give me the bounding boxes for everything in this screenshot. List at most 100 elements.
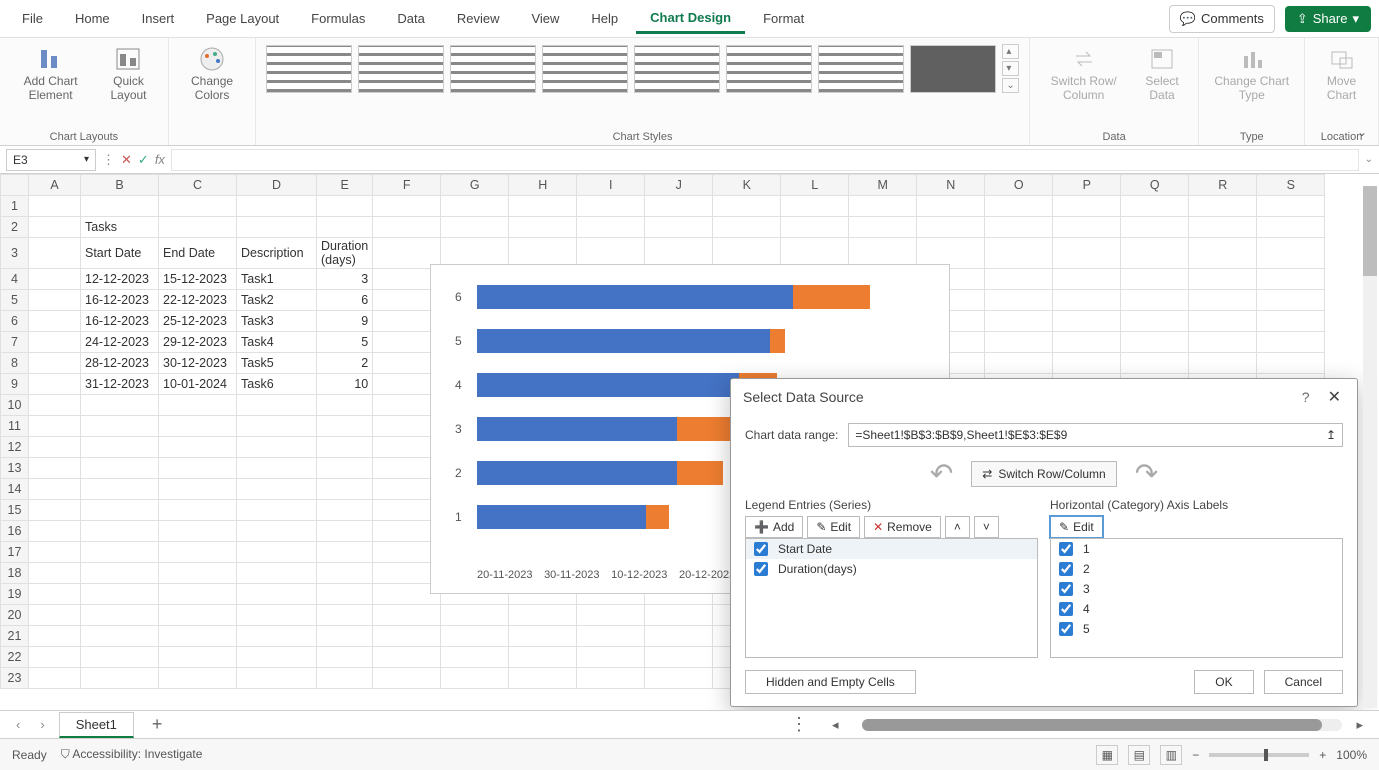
series-list[interactable]: Start DateDuration(days) — [745, 538, 1038, 658]
series-checkbox[interactable] — [754, 542, 768, 556]
remove-series-button[interactable]: ✕Remove — [864, 516, 941, 538]
edit-axis-labels-button[interactable]: ✎Edit — [1050, 516, 1103, 538]
sheet-tab-sheet1[interactable]: Sheet1 — [59, 712, 134, 738]
add-series-button[interactable]: ➕Add — [745, 516, 803, 538]
label: Add Chart Element — [14, 74, 87, 102]
style-thumb-5[interactable] — [634, 45, 720, 93]
menu-home[interactable]: Home — [61, 5, 124, 32]
list-item[interactable]: 2 — [1051, 559, 1342, 579]
gallery-down-icon[interactable]: ▾ — [1002, 61, 1018, 76]
cancel-button[interactable]: Cancel — [1264, 670, 1343, 694]
view-page-break-button[interactable]: ▥ — [1160, 745, 1182, 765]
style-thumb-1[interactable] — [266, 45, 352, 93]
close-icon[interactable]: ✕ — [1324, 387, 1345, 407]
move-chart-button[interactable]: Move Chart — [1315, 44, 1368, 104]
comments-button[interactable]: 💬 Comments — [1169, 5, 1275, 33]
zoom-out-button[interactable]: − — [1192, 748, 1199, 762]
menu-insert[interactable]: Insert — [128, 5, 189, 32]
style-thumb-7[interactable] — [818, 45, 904, 93]
menu-file[interactable]: File — [8, 5, 57, 32]
style-thumb-6[interactable] — [726, 45, 812, 93]
axis-checkbox[interactable] — [1059, 602, 1073, 616]
move-up-button[interactable]: ˄ — [945, 516, 970, 538]
list-item[interactable]: 3 — [1051, 579, 1342, 599]
list-item[interactable]: 4 — [1051, 599, 1342, 619]
axis-checkbox[interactable] — [1059, 562, 1073, 576]
edit-series-button[interactable]: ✎Edit — [807, 516, 860, 538]
list-item[interactable]: 1 — [1051, 539, 1342, 559]
series-checkbox[interactable] — [754, 562, 768, 576]
enter-icon[interactable]: ✓ — [138, 152, 149, 168]
sheet-nav-prev[interactable]: ‹ — [10, 717, 26, 732]
chart-data-range-input[interactable]: =Sheet1!$B$3:$B$9,Sheet1!$E$3:$E$9 ↥ — [848, 423, 1343, 447]
menu-formulas[interactable]: Formulas — [297, 5, 379, 32]
hscroll-left[interactable]: ◂ — [826, 717, 845, 733]
move-chart-icon — [1328, 46, 1356, 72]
label: Switch Row/ Column — [1044, 74, 1124, 102]
dialog-title: Select Data Source — [743, 389, 864, 405]
name-box[interactable]: E3 ▾ — [6, 149, 96, 171]
axis-labels-list[interactable]: 12345 — [1050, 538, 1343, 658]
style-thumb-2[interactable] — [358, 45, 444, 93]
view-normal-button[interactable]: ▦ — [1096, 745, 1118, 765]
zoom-slider[interactable] — [1209, 753, 1309, 757]
sheet-nav-next[interactable]: › — [34, 717, 50, 732]
select-data-source-dialog: Select Data Source ? ✕ Chart data range:… — [730, 378, 1358, 707]
list-item[interactable]: Duration(days) — [746, 559, 1037, 579]
label: Change Colors — [183, 74, 242, 102]
style-thumb-3[interactable] — [450, 45, 536, 93]
tab-more-icon[interactable]: ⋮ — [780, 714, 818, 735]
menu-chart-design[interactable]: Chart Design — [636, 4, 745, 34]
chart-type-icon — [1238, 46, 1266, 72]
horizontal-scrollbar[interactable] — [862, 719, 1342, 731]
gallery-more-icon[interactable]: ⌄ — [1002, 78, 1018, 93]
style-thumb-4[interactable] — [542, 45, 628, 93]
gallery-up-icon[interactable]: ▴ — [1002, 44, 1018, 59]
change-chart-type-button[interactable]: Change Chart Type — [1209, 44, 1294, 104]
ok-button[interactable]: OK — [1194, 670, 1253, 694]
axis-checkbox[interactable] — [1059, 622, 1073, 636]
accessibility-label: Accessibility: Investigate — [72, 747, 202, 761]
change-colors-button[interactable]: Change Colors — [179, 44, 246, 104]
collapse-ribbon-icon[interactable]: ⌄ — [1357, 125, 1367, 139]
zoom-level[interactable]: 100% — [1336, 748, 1367, 762]
axis-checkbox[interactable] — [1059, 582, 1073, 596]
switch-row-column-button[interactable]: Switch Row/ Column — [1040, 44, 1128, 104]
help-icon[interactable]: ? — [1302, 389, 1310, 405]
accessibility-status[interactable]: ⛉ Accessibility: Investigate — [61, 747, 203, 762]
move-down-button[interactable]: ˅ — [974, 516, 999, 538]
hscroll-right[interactable]: ▸ — [1350, 717, 1369, 733]
add-chart-element-button[interactable]: Add Chart Element — [10, 44, 91, 104]
label: Move Chart — [1319, 74, 1364, 102]
hidden-empty-cells-button[interactable]: Hidden and Empty Cells — [745, 670, 916, 694]
zoom-in-button[interactable]: + — [1319, 748, 1326, 762]
vertical-scrollbar[interactable] — [1363, 186, 1377, 708]
axis-checkbox[interactable] — [1059, 542, 1073, 556]
menu-review[interactable]: Review — [443, 5, 514, 32]
menu-page-layout[interactable]: Page Layout — [192, 5, 293, 32]
range-picker-icon[interactable]: ↥ — [1326, 428, 1336, 442]
chevron-down-icon: ▾ — [1352, 11, 1359, 27]
expand-formula-bar-icon[interactable]: ⌄ — [1365, 154, 1373, 165]
list-item[interactable]: 5 — [1051, 619, 1342, 639]
style-thumb-8[interactable] — [910, 45, 996, 93]
switch-row-column-dialog-button[interactable]: ⇄ Switch Row/Column — [971, 461, 1116, 487]
formula-menu-icon[interactable]: ⋮ — [102, 152, 115, 168]
cancel-icon[interactable]: ✕ — [121, 152, 132, 168]
sheet-area: ABCDEFGHIJKLMNOPQRS12Tasks3Start DateEnd… — [0, 174, 1379, 714]
select-data-button[interactable]: Select Data — [1136, 44, 1189, 104]
menu-format[interactable]: Format — [749, 5, 818, 32]
list-item[interactable]: Start Date — [746, 539, 1037, 559]
menu-view[interactable]: View — [517, 5, 573, 32]
add-sheet-button[interactable]: + — [142, 714, 173, 735]
view-page-layout-button[interactable]: ▤ — [1128, 745, 1150, 765]
edit-icon: ✎ — [1059, 520, 1069, 534]
formula-input[interactable] — [171, 149, 1359, 171]
label: Remove — [887, 520, 932, 534]
share-button[interactable]: ⇪ Share ▾ — [1285, 6, 1371, 32]
fx-icon[interactable]: fx — [155, 152, 165, 167]
menu-data[interactable]: Data — [383, 5, 438, 32]
share-icon: ⇪ — [1297, 11, 1308, 27]
menu-help[interactable]: Help — [577, 5, 632, 32]
quick-layout-button[interactable]: Quick Layout — [99, 44, 158, 104]
